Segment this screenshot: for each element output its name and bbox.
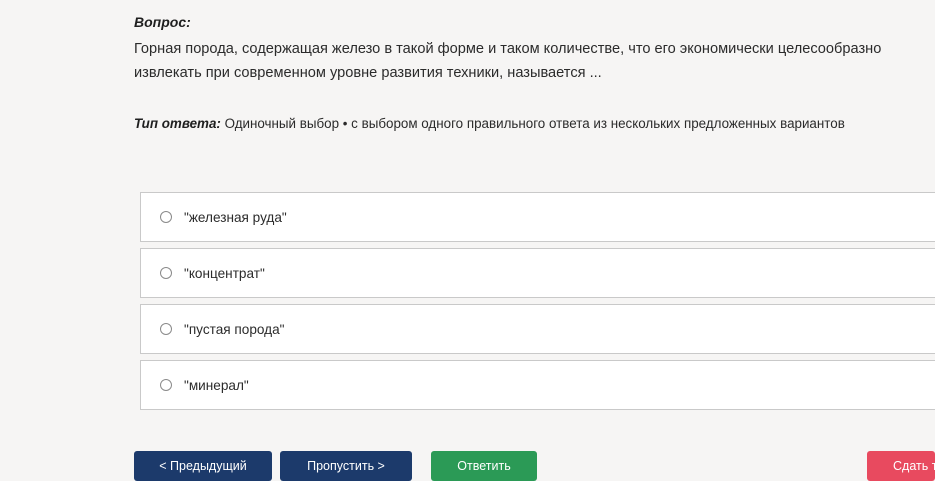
answer-option[interactable]: "минерал" (140, 360, 935, 410)
radio-button[interactable] (160, 211, 172, 223)
answer-option[interactable]: "железная руда" (140, 192, 935, 242)
radio-button[interactable] (160, 267, 172, 279)
answer-button[interactable]: Ответить (431, 451, 537, 481)
answer-option-label: "концентрат" (184, 265, 265, 281)
answer-option-label: "минерал" (184, 377, 249, 393)
answer-type-value: Одиночный выбор • с выбором одного прави… (220, 116, 845, 131)
answer-option[interactable]: "пустая порода" (140, 304, 935, 354)
answer-option-label: "железная руда" (184, 209, 287, 225)
radio-button[interactable] (160, 379, 172, 391)
answer-type-label: Тип ответа: (134, 116, 221, 131)
answer-options: "железная руда" "концентрат" "пустая пор… (140, 192, 935, 416)
answer-option-label: "пустая порода" (184, 321, 285, 337)
answer-type: Тип ответа: Одиночный выбор • с выбором … (134, 116, 934, 131)
submit-test-button[interactable]: Сдать т (867, 451, 935, 481)
question-text: Горная порода, содержащая железо в такой… (134, 41, 882, 81)
skip-button[interactable]: Пропустить > (280, 451, 412, 481)
radio-button[interactable] (160, 323, 172, 335)
answer-option[interactable]: "концентрат" (140, 248, 935, 298)
previous-button[interactable]: < Предыдущий (134, 451, 272, 481)
question-heading: Вопрос: (134, 14, 191, 30)
